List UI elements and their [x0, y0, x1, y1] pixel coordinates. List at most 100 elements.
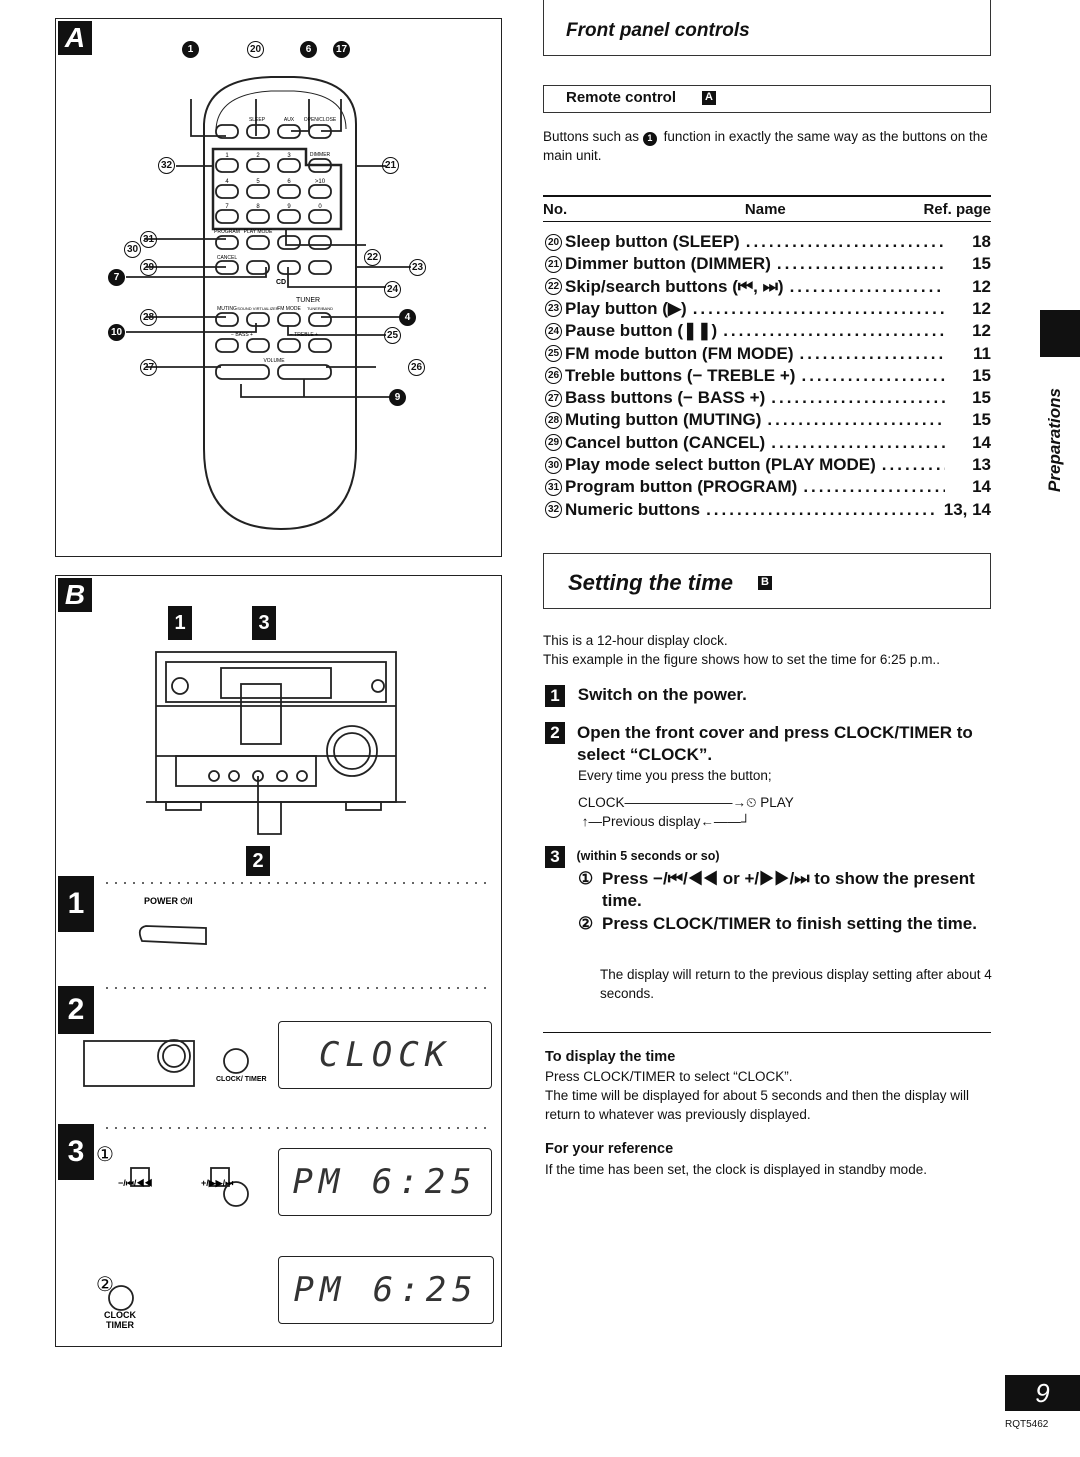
row-name: Muting button (MUTING): [565, 410, 762, 430]
callout-25: 25: [384, 327, 401, 344]
row-number: 32: [545, 501, 562, 519]
display-time-line1: Press CLOCK/TIMER to select “CLOCK”.: [545, 1069, 793, 1084]
step-3-badge: 3: [58, 1124, 94, 1180]
display-time-title: To display the time: [545, 1049, 676, 1065]
leader-dots: ........................................…: [776, 254, 945, 274]
row-ref-page: 12: [972, 321, 991, 341]
step-2-note: Every time you press the button;: [578, 768, 772, 783]
main-unit-diagram: POWER ⏻/I CLOCK/ TIMER ① −/⏮/◀◀ +/▶▶/⏭ ②…: [83, 651, 486, 1330]
figure-a-panel: A 1 2 3 4 5 6 >10 7 8 9 0 SLEEP AUX OPEN…: [55, 18, 502, 557]
sleep-label: SLEEP: [249, 117, 266, 123]
row-ref-page: 15: [972, 365, 991, 385]
power-button-label: POWER ⏻/I: [144, 896, 193, 906]
row-ref-page: 15: [972, 254, 991, 274]
timer-label: TIMER: [106, 1320, 134, 1330]
page-number: 9: [1005, 1375, 1080, 1411]
reference-title: For your reference: [545, 1141, 674, 1157]
table-row: 32 Numeric buttons.......................…: [545, 499, 991, 521]
callout-24: 24: [384, 281, 401, 298]
row-ref-page: 13, 14: [943, 499, 991, 519]
row-ref-page: 13: [972, 455, 991, 474]
reference-text: If the time has been set, the clock is d…: [545, 1162, 927, 1177]
leader-dots: ........................................…: [801, 365, 945, 385]
row-name: Cancel button (CANCEL): [565, 432, 766, 452]
table-row: 24 Pause button (❚❚).....................…: [545, 320, 991, 342]
leader-dots: ........................................…: [881, 455, 945, 474]
row-name: Pause button (❚❚): [565, 321, 718, 341]
row-number: 31: [545, 478, 562, 496]
table-row: 21 Dimmer button (DIMMER)................…: [545, 253, 991, 275]
row-name: Play button (▶): [565, 298, 687, 318]
row-number: 21: [545, 255, 562, 273]
setting-time-header: Setting the time B: [543, 553, 991, 609]
callout-21: 21: [382, 157, 399, 174]
remote-control-header: Remote control A: [543, 85, 991, 113]
row-name: Sleep button (SLEEP): [565, 232, 740, 251]
table-row: 29 Cancel button (CANCEL)................…: [545, 432, 991, 454]
divider: [543, 1032, 991, 1033]
callout-10: 10: [108, 324, 125, 341]
table-row: 28 Muting button (MUTING)................…: [545, 409, 991, 431]
row-ref-page: 14: [972, 477, 991, 497]
treble-label: − TREBLE +: [290, 332, 318, 338]
row-name: FM mode button (FM MODE): [565, 343, 794, 363]
row-number: 23: [545, 300, 562, 318]
callout-27: 27: [140, 359, 157, 376]
callout-31: 31: [140, 231, 157, 248]
figure-b-panel: B 1 3 2 POWER ⏻/I CLOCK/ TIMER ① −/⏮/◀◀ …: [55, 575, 502, 1347]
cancel-label: CANCEL: [217, 255, 238, 261]
step-1-badge: 1: [58, 876, 94, 932]
minus-buttons-label: −/⏮/◀◀: [118, 1178, 152, 1188]
row-name: Play mode select button (PLAY MODE): [565, 455, 876, 474]
table-header: No. Name Ref. page: [543, 195, 991, 222]
row-ref-page: 12: [972, 298, 991, 318]
row-number: 27: [545, 389, 562, 407]
setting-time-title: Setting the time: [568, 570, 734, 595]
section-header-box: Front panel controls: [543, 0, 991, 56]
table-row: 25 FM mode button (FM MODE)..............…: [545, 343, 991, 365]
remote-control-title: Remote control: [566, 89, 677, 106]
row-ref-page: 12: [972, 276, 991, 296]
sub-step-1: ①: [96, 1144, 114, 1166]
row-ref-page: 18: [972, 232, 991, 251]
remote-control-badge: A: [702, 91, 716, 105]
step-3-sub-2: ② Press CLOCK/TIMER to finish setting the…: [578, 914, 977, 933]
leader-dots: ........................................…: [706, 499, 938, 519]
row-number: 29: [545, 434, 562, 452]
row-number: 25: [545, 345, 562, 362]
row-name: Program button (PROGRAM): [565, 477, 798, 497]
row-name: Numeric buttons: [565, 499, 701, 519]
row-number: 22: [545, 278, 562, 296]
callout-32: 32: [158, 157, 175, 174]
callout-22: 22: [364, 249, 381, 266]
callout-9: 9: [389, 389, 406, 406]
row-ref-page: 15: [972, 410, 991, 430]
callout-26: 26: [408, 359, 425, 376]
section-tab-marker: [1040, 310, 1080, 357]
callout-6: 6: [300, 41, 317, 58]
row-ref-page: 11: [973, 343, 991, 363]
leader-dots: ........................................…: [767, 410, 945, 430]
fm-mode-label: FM MODE: [277, 306, 301, 312]
sub-step-2: ②: [96, 1274, 114, 1296]
leader-dots: ........................................…: [745, 232, 945, 251]
leader-dots: ........................................…: [789, 276, 945, 296]
callout-ref-1: 1: [642, 131, 657, 146]
table-row: 30 Play mode select button (PLAY MODE)...…: [545, 454, 991, 476]
time-intro-2: This example in the figure shows how to …: [543, 652, 940, 667]
remote-intro: Buttons such as 1 function in exactly th…: [543, 129, 988, 163]
row-number: 30: [545, 456, 562, 474]
clock-label: CLOCK: [104, 1310, 136, 1320]
display-time-line2: The time will be displayed for about 5 s…: [545, 1088, 969, 1122]
callout-20: 20: [247, 41, 264, 58]
callout-28: 28: [140, 309, 157, 326]
step-3-note: The display will return to the previous …: [600, 967, 992, 1001]
table-row: 23 Play button (▶).......................…: [545, 298, 991, 320]
callout-30: 30: [124, 241, 141, 258]
program-label: PROGRAM: [214, 229, 240, 235]
leader-dots: ........................................…: [803, 477, 945, 497]
table-row: 31 Program button (PROGRAM)..............…: [545, 476, 991, 498]
sound-virtualizer-label: SOUND VIRTUALIZER: [237, 306, 279, 311]
section-tab-label: Preparations: [1045, 388, 1064, 492]
step-3-condition: 3 (within 5 seconds or so): [545, 846, 720, 868]
